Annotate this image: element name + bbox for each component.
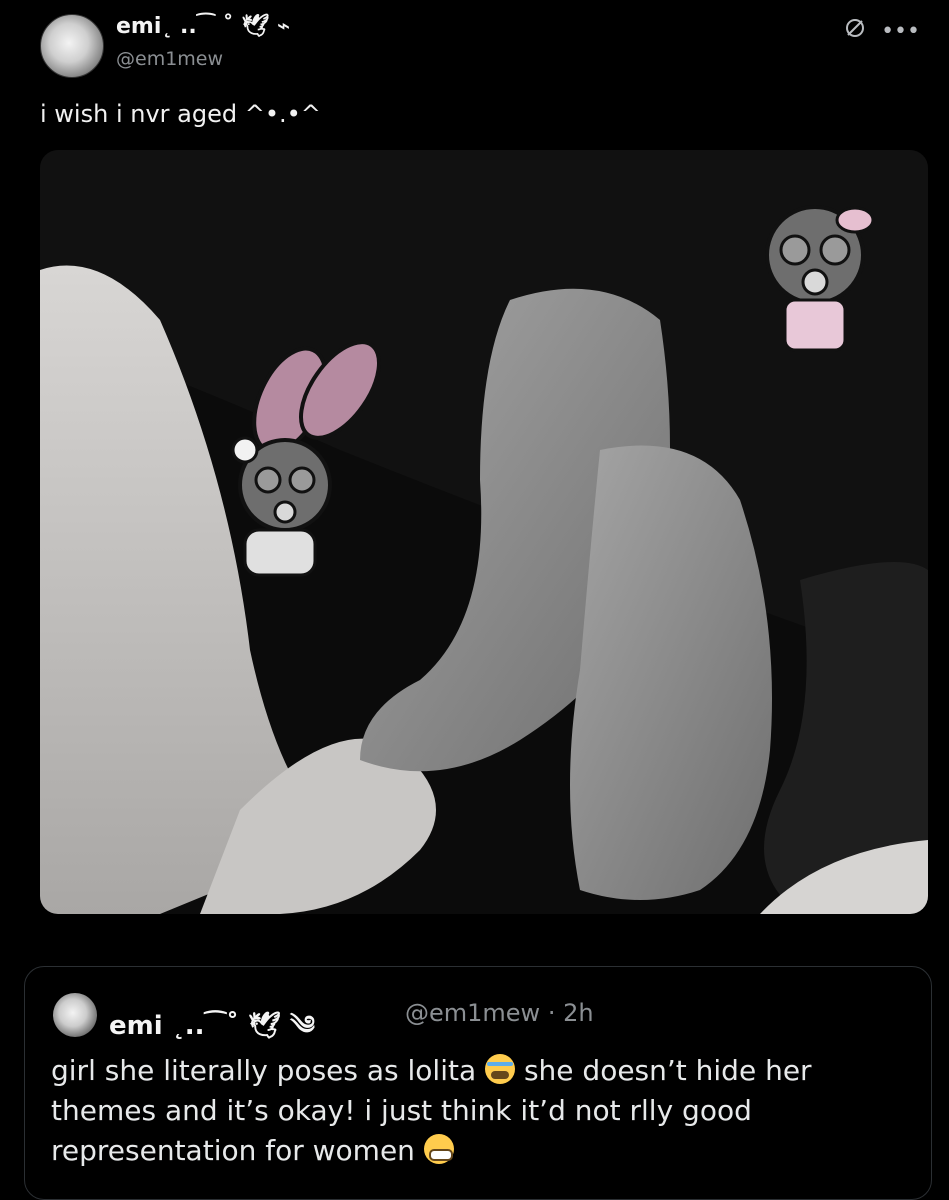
tweet-header: emi˛ ..⁀ ˚ 🕊 ⌁ @em1mew ••• (40, 8, 920, 78)
quoted-tweet[interactable]: emi ˛..⁀˚ 🕊 ༄ @em1mew · 2h girl she lite… (24, 966, 932, 1200)
tweet-photo[interactable] (40, 150, 928, 914)
quote-text: girl she literally poses as lolita she d… (51, 1051, 911, 1171)
quote-avatar[interactable] (53, 993, 97, 1037)
quote-text-part-1: girl she literally poses as lolita (51, 1054, 477, 1087)
avatar[interactable] (40, 14, 104, 78)
sob-emoji-icon (485, 1054, 516, 1084)
display-name[interactable]: emi˛ ..⁀ ˚ 🕊 ⌁ (116, 14, 290, 39)
tweet-text: i wish i nvr aged ^•.•^ (40, 100, 321, 128)
more-icon[interactable]: ••• (881, 19, 920, 44)
grimace-emoji-icon (423, 1134, 454, 1164)
quote-handle-time[interactable]: @em1mew · 2h (405, 999, 594, 1027)
header-actions: ••• (843, 16, 920, 46)
user-handle[interactable]: @em1mew (116, 48, 223, 70)
pen-slash-icon[interactable] (843, 16, 867, 46)
